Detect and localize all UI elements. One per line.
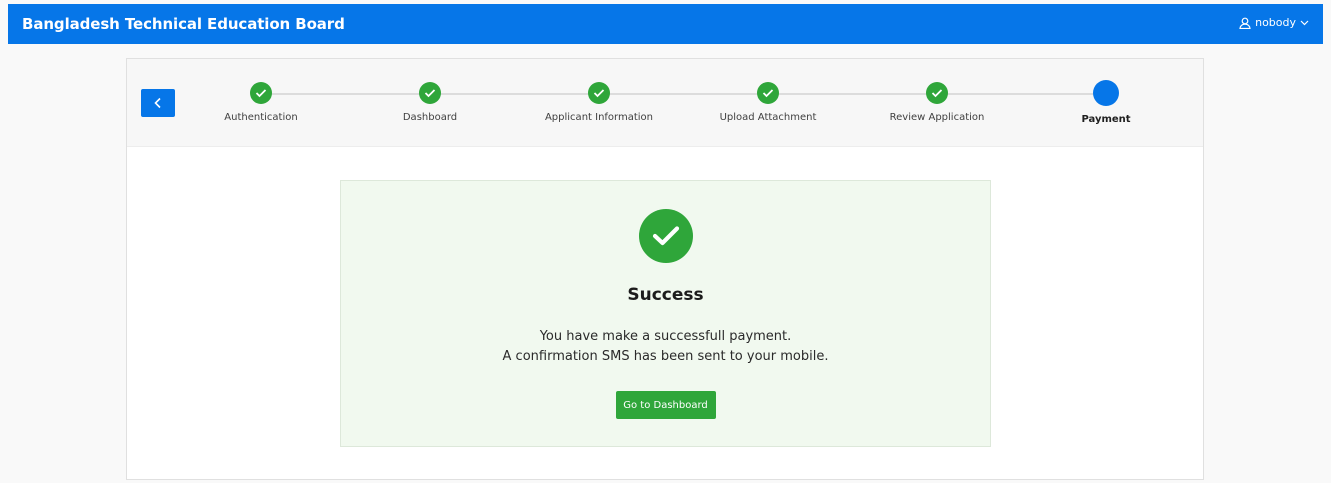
step-complete-icon [588, 82, 610, 104]
step-label: Dashboard [402, 112, 458, 123]
app-title[interactable]: Bangladesh Technical Education Board [22, 15, 345, 33]
back-button[interactable] [141, 89, 175, 117]
step-label: Authentication [224, 112, 298, 123]
progress-wizard: Authentication Dashboard Applicant Infor… [127, 59, 1203, 147]
success-panel: Success You have make a successfull paym… [340, 180, 991, 447]
success-message-line: You have make a successfull payment. [539, 329, 792, 344]
step-label: Applicant Information [544, 112, 654, 123]
step-upload-attachment: Upload Attachment [688, 82, 848, 123]
step-payment: Payment [1026, 80, 1186, 125]
success-message-line: A confirmation SMS has been sent to your… [502, 349, 829, 364]
step-label: Payment [1081, 114, 1131, 125]
step-dashboard: Dashboard [350, 82, 510, 123]
wizard-card: Authentication Dashboard Applicant Infor… [126, 58, 1204, 480]
step-label: Review Application [889, 112, 985, 123]
user-icon [1239, 17, 1251, 29]
step-applicant-information: Applicant Information [519, 82, 679, 123]
step-complete-icon [250, 82, 272, 104]
go-to-dashboard-button[interactable]: Go to Dashboard [615, 391, 716, 419]
success-title: Success [627, 285, 704, 305]
step-complete-icon [757, 82, 779, 104]
step-authentication: Authentication [181, 82, 341, 123]
top-navigation-bar: Bangladesh Technical Education Board nob… [8, 4, 1323, 44]
success-message: You have make a successfull payment. A c… [341, 327, 990, 367]
chevron-left-icon [153, 94, 163, 113]
step-current-icon [1093, 80, 1119, 106]
user-menu[interactable]: nobody [1239, 16, 1309, 29]
step-review-application: Review Application [857, 82, 1017, 123]
step-complete-icon [926, 82, 948, 104]
step-label: Upload Attachment [719, 112, 817, 123]
user-name: nobody [1255, 16, 1296, 29]
chevron-down-icon [1300, 18, 1309, 27]
check-circle-icon [638, 209, 693, 263]
step-complete-icon [419, 82, 441, 104]
